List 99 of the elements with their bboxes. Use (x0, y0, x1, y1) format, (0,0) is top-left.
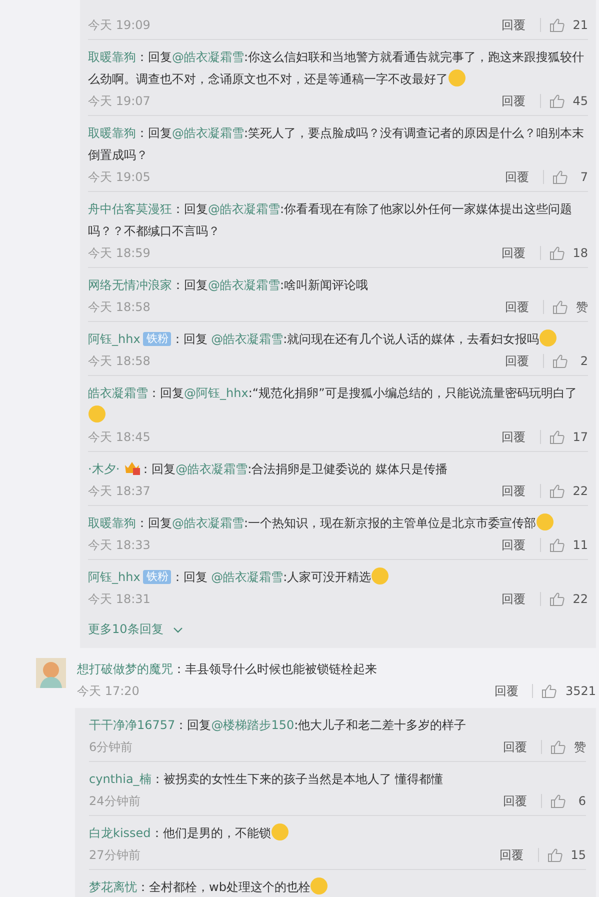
mention-link[interactable]: @皓衣凝霜雪 (211, 332, 284, 346)
reply-link[interactable]: 回覆 (503, 792, 527, 810)
reply-link[interactable]: 回覆 (502, 428, 526, 446)
thumbs-up-icon[interactable] (552, 353, 568, 369)
timestamp: 今天 18:31 (88, 590, 150, 608)
thumbs-up-icon[interactable] (541, 683, 558, 699)
comment-text: 阿钰_hhx 铁粉 ：回复 @皓衣凝霜雪:就问现在还有几个说人话的媒体，去看妇女报吗 (88, 328, 588, 350)
reply-link[interactable]: 回覆 (502, 16, 526, 34)
reply-link[interactable]: 回覆 (502, 536, 526, 554)
reply-link[interactable]: 回覆 (505, 352, 529, 370)
like-count: 赞 (574, 738, 586, 756)
thumbs-up-icon[interactable] (548, 429, 565, 445)
username-link[interactable]: 白龙kissed (89, 826, 151, 840)
like-count: 2 (579, 354, 588, 368)
comment-text: 网络无情冲浪家：回复@皓衣凝霜雪:啥叫新闻评论哦 (88, 277, 370, 294)
like-count: 45 (572, 94, 588, 108)
thumbs-up-icon[interactable] (548, 245, 565, 261)
timestamp: 今天 19:07 (88, 92, 150, 110)
username-link[interactable]: 取暖靠狗 (88, 516, 136, 530)
username-link[interactable]: 梦花离忧 (89, 880, 137, 894)
comment-text: 取暖靠狗：回复@皓衣凝霜雪:一个热知识，现在新京报的主管单位是北京市委宣传部 (88, 512, 588, 534)
like-count: 15 (570, 848, 586, 862)
username-link[interactable]: 取暖靠狗 (88, 50, 136, 64)
like-count: 3521 (565, 684, 596, 698)
comment-text: 梦花离忧：全村都栓，wb处理这个的也栓 (89, 876, 586, 897)
mention-link[interactable]: @皓衣凝霜雪 (172, 516, 244, 530)
mention-link[interactable]: @皓衣凝霜雪 (208, 202, 280, 216)
timestamp: 今天 18:59 (88, 244, 150, 262)
comment-text: 白龙kissed：他们是男的，不能锁 (89, 822, 586, 844)
mention-link[interactable]: @皓衣凝霜雪 (172, 126, 244, 140)
thumbs-up-icon[interactable] (550, 793, 566, 809)
thumbs-up-icon[interactable] (552, 299, 568, 315)
like-count: 17 (572, 430, 588, 444)
username-link[interactable]: 想打破做梦的魔咒 (77, 662, 173, 676)
reply-link[interactable]: 回覆 (502, 92, 526, 110)
timestamp: 今天 19:05 (88, 168, 150, 186)
username-link[interactable]: 阿钰_hhx (88, 570, 140, 584)
thumbs-up-icon[interactable] (548, 591, 565, 607)
reply-link[interactable]: 回覆 (503, 738, 527, 756)
like-count: 7 (579, 170, 588, 184)
timestamp: 24分钟前 (89, 792, 140, 810)
comment-text: cynthia_楠：被拐卖的女性生下来的孩子当然是本地人了 懂得都懂 (89, 771, 444, 788)
reply-link[interactable]: 回覆 (502, 590, 526, 608)
mention-link[interactable]: @皓衣凝霜雪 (172, 50, 244, 64)
comment-text: 取暖靠狗：回复@皓衣凝霜雪:你这么信妇联和当地警方就看通告就完事了，跑这来跟搜狐较什么劲啊。调查也不对，念诵原文也不对，还是等通稿一字不改最好了 (88, 49, 586, 89)
like-count: 22 (572, 592, 588, 606)
comment-text: 皓衣凝霜雪：回复@阿钰_hhx:“规范化捐卵”可是搜狐小编总结的，只能说流量密码玩明白了 (88, 382, 588, 426)
mention-link[interactable]: @皓衣凝霜雪 (211, 570, 284, 584)
username-link[interactable]: cynthia_楠 (89, 772, 152, 786)
username-link[interactable]: 舟中估客莫漫狂 (88, 202, 172, 216)
username-link[interactable]: 网络无情冲浪家 (88, 278, 172, 292)
comment-text: 取暖靠狗：回复@皓衣凝霜雪:笑死人了，要点脸成吗？没有调查记者的原因是什么？咱别本末倒置成吗？ (88, 125, 586, 164)
mention-link[interactable]: @楼梯踏步150 (211, 718, 294, 732)
comment-text: 想打破做梦的魔咒：丰县领导什么时候也能被锁链栓起来 (77, 661, 378, 678)
thumbs-up-icon[interactable] (548, 17, 565, 33)
username-link[interactable]: 取暖靠狗 (88, 126, 136, 140)
username-link[interactable]: 阿钰_hhx (88, 332, 140, 346)
comment-text: 舟中估客莫漫狂：回复@皓衣凝霜雪:你看看现在有除了他家以外任何一家媒体提出这些问题吗？？不都缄口不言吗？ (88, 201, 574, 240)
reply-link[interactable]: 回覆 (494, 682, 518, 700)
thumbs-up-icon[interactable] (548, 537, 565, 553)
timestamp: 今天 17:20 (77, 682, 140, 700)
fan-badge: 铁粉 (143, 570, 172, 584)
timestamp: 6分钟前 (89, 738, 133, 756)
timestamp: 今天 18:58 (88, 298, 150, 316)
like-count: 11 (572, 538, 588, 552)
mention-link[interactable]: @阿钰_hhx (184, 386, 248, 400)
fan-badge: 铁粉 (143, 332, 172, 346)
thumbs-up-icon[interactable] (552, 169, 568, 185)
reply-link[interactable]: 回覆 (502, 482, 526, 500)
reply-link[interactable]: 回覆 (505, 168, 529, 186)
username-link[interactable]: ·木夕· (88, 462, 120, 476)
chevron-down-icon (173, 626, 184, 632)
reply-link[interactable]: 回覆 (500, 846, 524, 864)
like-count: 赞 (576, 298, 588, 316)
comment-text: 阿钰_hhx 铁粉 ：回复 @皓衣凝霜雪:人家可没开精选 (88, 566, 588, 588)
reply-link[interactable]: 回覆 (502, 244, 526, 262)
like-count: 22 (572, 484, 588, 498)
like-count: 21 (572, 18, 588, 32)
timestamp: 今天 18:45 (88, 428, 150, 446)
timestamp: 今天 19:09 (88, 16, 150, 34)
like-count: 6 (577, 794, 586, 808)
timestamp: 今天 18:37 (88, 482, 150, 500)
thumbs-up-icon[interactable] (548, 93, 565, 109)
thumbs-up-icon[interactable] (548, 483, 565, 499)
mention-link[interactable]: @皓衣凝霜雪 (176, 462, 248, 476)
comment-text: ·木夕· ：回复@皓衣凝霜雪:合法捐卵是卫健委说的 媒体只是传播 (88, 460, 448, 478)
timestamp: 27分钟前 (89, 846, 140, 864)
like-count: 18 (572, 246, 588, 260)
avatar[interactable] (36, 658, 66, 688)
reply-link[interactable]: 回覆 (505, 298, 529, 316)
more-replies-link[interactable]: 更多10条回复 (88, 613, 184, 638)
thumbs-up-icon[interactable] (546, 847, 563, 863)
timestamp: 今天 18:33 (88, 536, 150, 554)
thumbs-up-icon[interactable] (550, 739, 566, 755)
username-link[interactable]: 皓衣凝霜雪 (88, 386, 148, 400)
username-link[interactable]: 干干净净16757 (89, 718, 176, 732)
timestamp: 今天 18:58 (88, 352, 150, 370)
mention-link[interactable]: @皓衣凝霜雪 (208, 278, 280, 292)
comment-text: 干干净净16757：回复@楼梯踏步150:他大儿子和老二差十多岁的样子 (89, 717, 468, 734)
